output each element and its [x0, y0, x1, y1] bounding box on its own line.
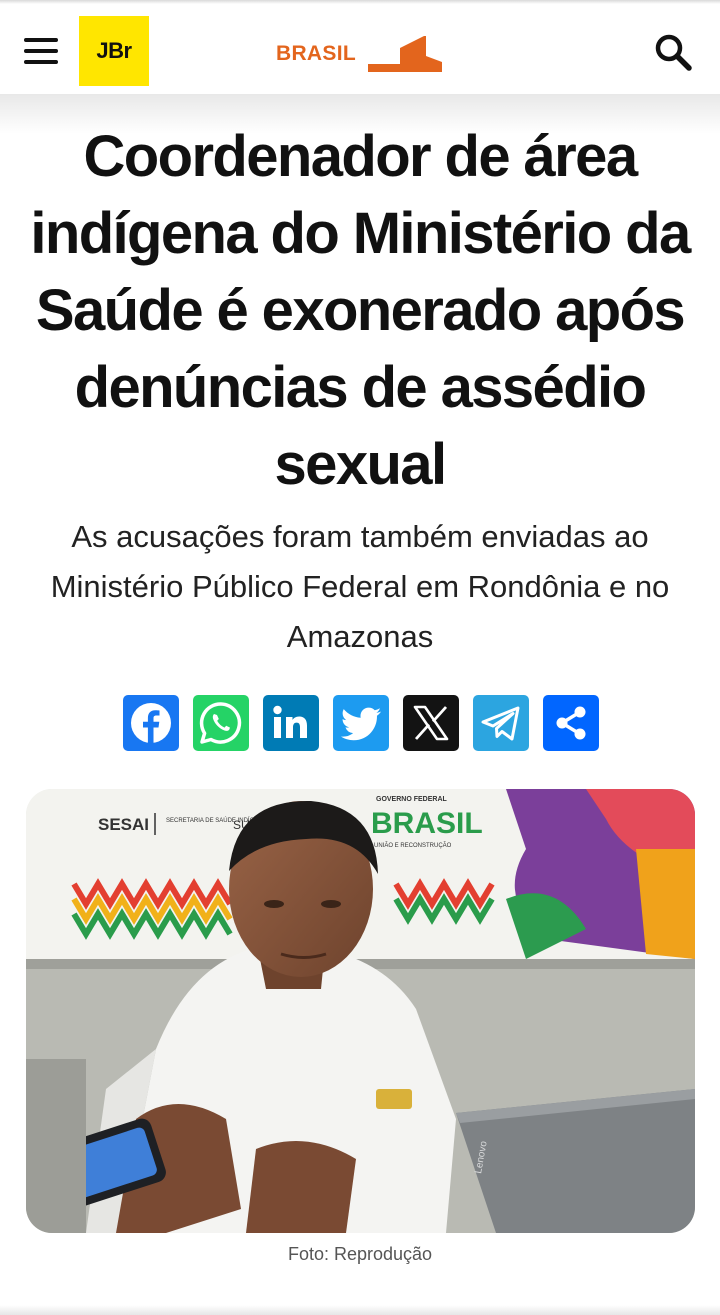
sesai-sign-text: SESAI	[98, 815, 149, 834]
hamburger-menu-icon[interactable]	[24, 38, 60, 64]
facebook-icon	[131, 703, 171, 744]
share-buttons	[123, 695, 599, 751]
generic-share-button[interactable]	[543, 695, 599, 751]
article-photo-illustration: SESAI SECRETARIA DE SAÚDE INDÍGENA SUS G…	[26, 789, 695, 1233]
article-subtitle: As acusações foram também enviadas ao Mi…	[50, 519, 670, 654]
search-icon[interactable]	[653, 32, 693, 72]
congress-building-icon	[367, 36, 442, 72]
article-photo: SESAI SECRETARIA DE SAÚDE INDÍGENA SUS G…	[26, 789, 695, 1233]
x-share-button[interactable]	[403, 695, 459, 751]
section-label: BRASIL	[276, 42, 356, 65]
facebook-share-button[interactable]	[123, 695, 179, 751]
telegram-icon	[481, 706, 520, 741]
x-icon	[413, 705, 449, 741]
gov-slogan-text: UNIÃO E RECONSTRUÇÃO	[374, 842, 452, 849]
share-icon	[556, 706, 586, 740]
photo-caption: Foto: Reprodução	[287, 1244, 433, 1264]
whatsapp-icon	[199, 702, 242, 744]
gov-federal-text: GOVERNO FEDERAL	[376, 796, 448, 803]
section-brasil[interactable]: BRASIL	[276, 32, 442, 76]
article-headline: Coordenador de área indígena do Ministér…	[30, 124, 691, 497]
site-logo[interactable]: JBr	[79, 16, 149, 86]
linkedin-share-button[interactable]	[263, 695, 319, 751]
telegram-share-button[interactable]	[473, 695, 529, 751]
linkedin-icon	[273, 705, 307, 738]
twitter-bird-icon	[340, 707, 382, 741]
twitter-share-button[interactable]	[333, 695, 389, 751]
site-header: JBr BRASIL	[0, 4, 720, 94]
whatsapp-share-button[interactable]	[193, 695, 249, 751]
gov-brand-text: BRASIL	[371, 807, 483, 840]
bottom-edge-shadow	[0, 1305, 720, 1315]
